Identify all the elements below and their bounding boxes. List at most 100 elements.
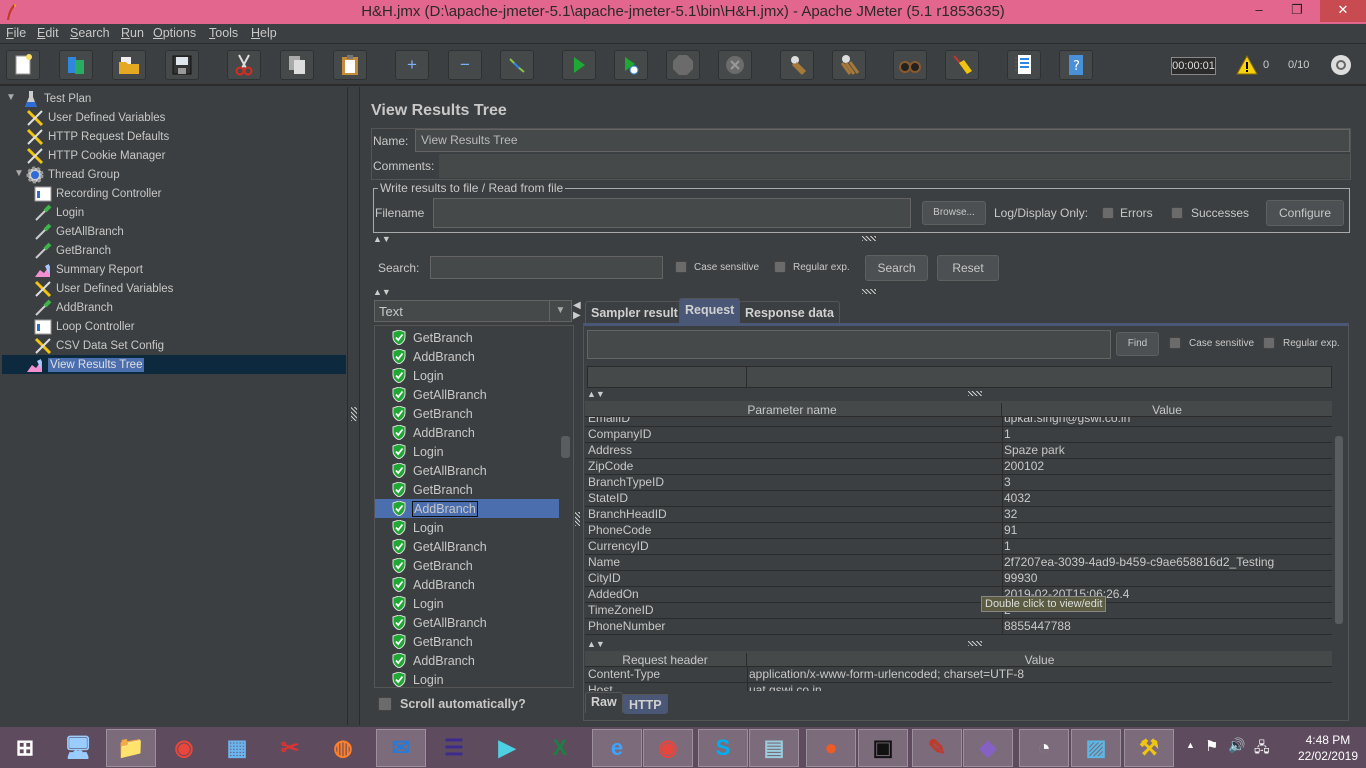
taskbar-skype[interactable]: S (698, 729, 748, 767)
function-helper-button[interactable] (1007, 50, 1041, 80)
taskbar-postman[interactable]: ● (806, 729, 856, 767)
help-button[interactable]: ? (1059, 50, 1093, 80)
taskbar-db-tool[interactable]: ⚒ (1124, 729, 1174, 767)
tree-item-getbranch[interactable]: GetBranch (34, 241, 111, 260)
param-row[interactable]: TimeZoneID2 (585, 603, 1332, 619)
tree-item-test-plan[interactable]: Test Plan (22, 89, 91, 108)
search-button[interactable]: Search (865, 255, 928, 281)
tree-item-loop-controller[interactable]: Loop Controller (34, 317, 135, 336)
network-icon[interactable]: 🖧 (1254, 737, 1270, 761)
param-row[interactable]: CompanyID 1 (585, 427, 1332, 443)
shutdown-button[interactable] (718, 50, 752, 80)
param-row[interactable]: Address Spaze park (585, 443, 1332, 459)
tree-item-http-request-defaults[interactable]: HTTP Request Defaults (26, 127, 169, 146)
result-item[interactable]: AddBranch (375, 575, 559, 594)
split-arrows-icon[interactable]: ▲▼ (587, 389, 605, 399)
minimize-button[interactable]: – (1244, 0, 1274, 22)
tree-item-login[interactable]: Login (34, 203, 84, 222)
new-button[interactable] (6, 50, 40, 80)
result-item[interactable]: GetBranch (375, 328, 559, 347)
taskbar-start[interactable]: ⊞ (0, 729, 50, 767)
param-row[interactable]: PhoneNumber 8855447788 (585, 619, 1332, 635)
search-input[interactable] (430, 256, 663, 279)
search-button[interactable] (893, 50, 927, 80)
menu-help[interactable]: Help (251, 26, 277, 40)
result-item[interactable]: GetBranch (375, 632, 559, 651)
start-no-pauses-button[interactable] (614, 50, 648, 80)
tree-item-view-results-tree[interactable]: View Results Tree (2, 355, 346, 374)
menu-options[interactable]: Options (153, 26, 196, 40)
result-item[interactable]: Login (375, 670, 559, 687)
taskbar-excel[interactable]: X (535, 729, 585, 767)
tree-item-csv-data-set-config[interactable]: CSV Data Set Config (34, 336, 164, 355)
split-collapse-arrows[interactable]: ◀ ▶ (573, 301, 581, 321)
taskbar-calculator[interactable]: ▦ (212, 729, 262, 767)
taskbar-firefox[interactable]: ◍ (318, 729, 368, 767)
comments-input[interactable] (439, 154, 1350, 178)
maximize-button[interactable]: ❐ (1282, 0, 1312, 22)
split-arrows-icon[interactable]: ▲▼ (373, 287, 391, 297)
params-scrollbar[interactable] (1335, 436, 1343, 624)
start-button[interactable] (562, 50, 596, 80)
result-item[interactable]: AddBranch (375, 347, 559, 366)
find-input[interactable] (587, 330, 1111, 359)
collapse-splitter-2[interactable]: ▲▼ (373, 287, 1350, 297)
tree-item-recording-controller[interactable]: Recording Controller (34, 184, 161, 203)
tree-item-getallbranch[interactable]: GetAllBranch (34, 222, 124, 241)
param-row[interactable]: BranchHeadID 32 (585, 507, 1332, 523)
menu-file[interactable]: File (6, 26, 26, 40)
cut-button[interactable] (227, 50, 261, 80)
result-item[interactable]: GetAllBranch (375, 613, 559, 632)
param-row[interactable]: CityID 99930 (585, 571, 1332, 587)
result-item[interactable]: GetBranch (375, 480, 559, 499)
param-row[interactable]: CurrencyID 1 (585, 539, 1332, 555)
chevron-down-icon[interactable]: ▼ (549, 301, 571, 321)
collapse-splitter-4[interactable]: ▲▼ (587, 639, 1332, 649)
taskbar-photos[interactable]: ▨ (1071, 729, 1121, 767)
toggle-button[interactable] (500, 50, 534, 80)
column-header-header-value[interactable]: Value (746, 653, 1332, 667)
result-item[interactable]: GetBranch (375, 404, 559, 423)
configure-button[interactable]: Configure (1266, 200, 1344, 226)
regex-checkbox[interactable] (774, 261, 786, 273)
result-item[interactable]: GetAllBranch (375, 461, 559, 480)
taskbar-visual-studio[interactable]: ◆ (963, 729, 1013, 767)
results-scrollbar[interactable] (561, 436, 570, 458)
taskbar-eclipse[interactable]: ☰ (429, 729, 479, 767)
tree-item-user-defined-variables[interactable]: User Defined Variables (26, 108, 165, 127)
volume-icon[interactable]: 🔊 (1228, 737, 1245, 754)
taskbar-outlook[interactable]: ✉ (376, 729, 426, 767)
collapse-button[interactable]: − (448, 50, 482, 80)
result-item[interactable]: GetAllBranch (375, 537, 559, 556)
taskbar-camera[interactable]: ▶ (482, 729, 532, 767)
menu-run[interactable]: Run (121, 26, 144, 40)
result-item[interactable]: AddBranch (375, 499, 559, 518)
result-item[interactable]: GetBranch (375, 556, 559, 575)
column-header-value[interactable]: Value (1001, 403, 1332, 417)
system-clock[interactable]: 4:48 PM 22/02/2019 (1298, 732, 1358, 764)
request-header-row[interactable]: Content-Type application/x-www-form-urlen… (585, 667, 1332, 683)
param-row[interactable]: PhoneCode 91 (585, 523, 1332, 539)
errors-checkbox[interactable] (1102, 207, 1114, 219)
result-item[interactable]: GetAllBranch (375, 385, 559, 404)
scroll-automatically-checkbox[interactable] (378, 697, 392, 711)
taskbar-app-c[interactable]: ◔ (1019, 729, 1069, 767)
splitter-grip[interactable] (351, 407, 357, 421)
taskbar-internet-explorer[interactable]: e (592, 729, 642, 767)
collapse-splitter-1[interactable]: ▲▼ (373, 234, 1350, 244)
results-splitter-grip[interactable] (575, 512, 580, 526)
tree-item-addbranch[interactable]: AddBranch (34, 298, 113, 317)
param-row[interactable]: ZipCode 200102 (585, 459, 1332, 475)
stop-button[interactable] (666, 50, 700, 80)
tree-item-http-cookie-manager[interactable]: HTTP Cookie Manager (26, 146, 165, 165)
result-item[interactable]: Login (375, 594, 559, 613)
param-row[interactable]: EmailID upkar.singh@gswi.co.in (585, 417, 1332, 427)
tree-item-thread-group[interactable]: Thread Group (26, 165, 120, 184)
clear-all-button[interactable] (832, 50, 866, 80)
taskbar-chrome-2[interactable]: ◉ (643, 729, 693, 767)
result-item[interactable]: Login (375, 518, 559, 537)
templates-button[interactable] (59, 50, 93, 80)
warning-icon[interactable] (1236, 55, 1258, 75)
taskbar-chrome[interactable]: ◉ (159, 729, 209, 767)
split-arrows-icon[interactable]: ▲▼ (587, 639, 605, 649)
